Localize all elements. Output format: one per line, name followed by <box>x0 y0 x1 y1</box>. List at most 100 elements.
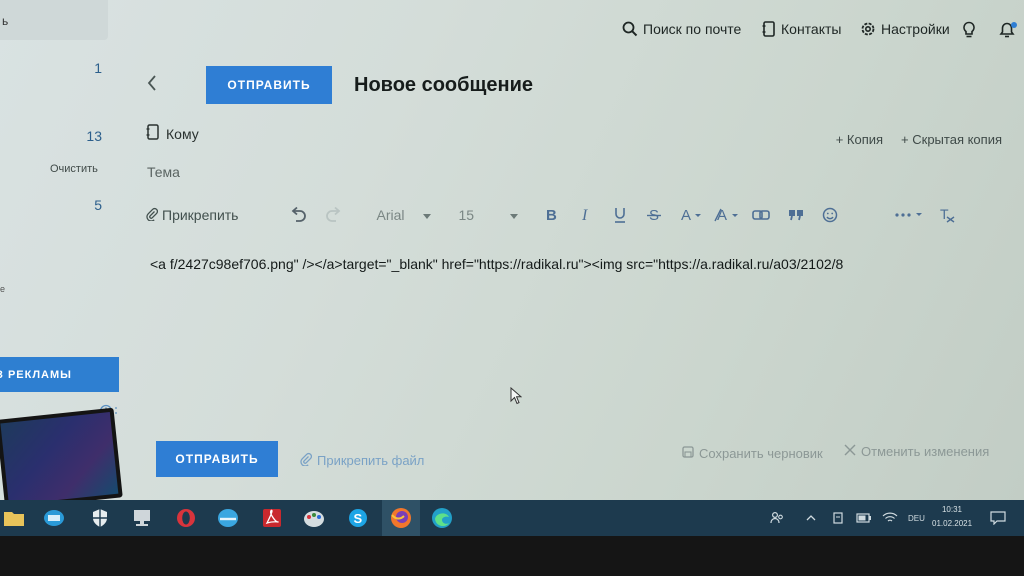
search-mail-button[interactable]: Поиск по почте <box>622 21 741 37</box>
to-field-label: Кому <box>166 125 199 142</box>
remote-app-icon[interactable] <box>40 504 68 532</box>
search-icon <box>622 21 638 37</box>
promo-image[interactable] <box>0 407 123 500</box>
edge-icon[interactable] <box>428 504 456 532</box>
formatting-toolbar: Прикрепить Arial 15 B I S A A T <box>146 200 1006 230</box>
bold-icon[interactable]: B <box>544 203 560 227</box>
mouse-cursor-icon <box>510 386 523 410</box>
folder-sidebar: 1 13 Очистить 5 е З РЕКЛАМЫ <box>0 40 123 500</box>
chevron-down-icon <box>422 207 431 223</box>
attach-file-label: Прикрепить файл <box>317 453 425 468</box>
tips-button[interactable] <box>962 21 976 39</box>
undo-icon[interactable] <box>288 203 308 227</box>
svg-text:S: S <box>354 511 363 526</box>
contacts-icon <box>762 21 776 37</box>
add-cc-link[interactable]: + Копия <box>836 132 883 147</box>
svg-text:I: I <box>581 207 588 223</box>
redo-icon[interactable] <box>324 203 344 227</box>
folder-count: 13 <box>86 128 102 144</box>
underline-icon[interactable] <box>612 203 628 227</box>
wifi-icon[interactable] <box>882 500 898 536</box>
send-button-bottom[interactable]: ОТПРАВИТЬ <box>156 441 278 477</box>
settings-button[interactable]: Настройки <box>860 21 950 37</box>
battery-icon[interactable] <box>856 500 872 536</box>
contacts-label: Контакты <box>781 21 842 37</box>
message-body-editor[interactable]: <a f/2427c98ef706.png" /></a>target="_bl… <box>150 256 843 272</box>
bell-icon <box>998 21 1018 39</box>
background-color-icon[interactable]: A <box>714 203 740 227</box>
attach-file-button[interactable]: Прикрепить файл <box>300 452 424 469</box>
send-button-label: ОТПРАВИТЬ <box>227 78 311 92</box>
settings-label: Настройки <box>881 21 950 37</box>
acrobat-icon[interactable] <box>258 504 286 532</box>
sidebar-edge-text: е <box>0 284 6 294</box>
compose-panel: ОТПРАВИТЬ Новое сообщение Кому + Копия +… <box>122 48 1024 500</box>
paperclip-icon <box>300 452 313 469</box>
attach-label: Прикрепить <box>162 207 239 223</box>
italic-icon[interactable]: I <box>578 203 594 227</box>
clear-link[interactable]: Очистить <box>50 163 98 175</box>
clock-time: 10:31 <box>941 505 963 514</box>
gear-icon <box>860 21 876 37</box>
folder-count: 1 <box>94 60 102 76</box>
send-button[interactable]: ОТПРАВИТЬ <box>206 66 332 104</box>
chevron-up-icon[interactable] <box>806 500 816 536</box>
close-icon <box>844 444 856 459</box>
shield-icon[interactable] <box>86 504 114 532</box>
search-mail-label: Поиск по почте <box>643 21 742 37</box>
folder-count: 5 <box>94 197 102 213</box>
to-field[interactable]: Кому <box>146 124 199 143</box>
opera-icon[interactable] <box>172 504 200 532</box>
app-icon[interactable] <box>214 504 242 532</box>
cancel-changes-label: Отменить изменения <box>861 444 990 459</box>
attach-button[interactable]: Прикрепить <box>146 207 238 224</box>
address-book-icon[interactable] <box>146 124 160 143</box>
back-arrow-icon[interactable] <box>146 74 158 97</box>
strikethrough-icon[interactable]: S <box>646 203 662 227</box>
sidebar-top-item[interactable]: ь <box>0 0 108 40</box>
lightbulb-icon <box>962 21 976 39</box>
language-indicator[interactable]: DEU <box>908 500 925 536</box>
skype-icon[interactable]: S <box>344 504 372 532</box>
text-color-icon[interactable]: A <box>680 203 704 227</box>
svg-text:T: T <box>940 207 949 222</box>
cc-links: + Копия + Скрытая копия <box>836 132 1002 147</box>
sidebar-top-item-label: ь <box>2 14 9 28</box>
subject-field[interactable]: Тема <box>147 164 180 180</box>
browser-viewport: ь Поиск по почте Контакты Настройки 1 13… <box>0 0 1024 500</box>
font-family-select[interactable]: Arial <box>376 207 431 223</box>
paint-icon[interactable] <box>300 504 328 532</box>
device-icon[interactable] <box>832 500 844 536</box>
clear-formatting-icon[interactable]: T <box>938 203 956 227</box>
chevron-down-icon <box>510 207 519 223</box>
add-bcc-link[interactable]: + Скрытая копия <box>901 132 1002 147</box>
paperclip-icon <box>146 207 159 224</box>
page-title: Новое сообщение <box>354 74 533 96</box>
more-options-icon[interactable] <box>894 203 924 227</box>
monitor-icon[interactable] <box>128 504 156 532</box>
save-draft-label: Сохранить черновик <box>699 446 823 461</box>
notifications-button[interactable] <box>998 21 1018 39</box>
os-taskbar: S DEU 10:31 01.02.2021 <box>0 500 1024 536</box>
quote-icon[interactable] <box>788 203 804 227</box>
save-draft-button[interactable]: Сохранить черновик <box>682 446 823 461</box>
font-size-value: 15 <box>458 207 475 223</box>
svg-text:B: B <box>546 207 557 223</box>
promo-image-content <box>0 412 119 500</box>
firefox-icon[interactable] <box>387 504 415 532</box>
folder-icon[interactable] <box>0 504 28 532</box>
notification-center-icon[interactable] <box>990 500 1006 536</box>
contacts-button[interactable]: Контакты <box>762 21 841 37</box>
save-icon <box>682 446 694 461</box>
clock-date: 01.02.2021 <box>932 519 973 528</box>
send-button-bottom-label: ОТПРАВИТЬ <box>175 452 259 466</box>
disable-ads-label: З РЕКЛАМЫ <box>0 369 72 381</box>
disable-ads-button[interactable]: З РЕКЛАМЫ <box>0 357 119 392</box>
system-clock[interactable]: 10:31 01.02.2021 <box>932 503 972 531</box>
emoji-icon[interactable] <box>822 203 838 227</box>
cancel-changes-button[interactable]: Отменить изменения <box>844 444 989 459</box>
people-icon[interactable] <box>770 500 784 536</box>
link-icon[interactable] <box>752 203 770 227</box>
font-family-value: Arial <box>376 207 405 223</box>
font-size-select[interactable]: 15 <box>459 207 519 223</box>
